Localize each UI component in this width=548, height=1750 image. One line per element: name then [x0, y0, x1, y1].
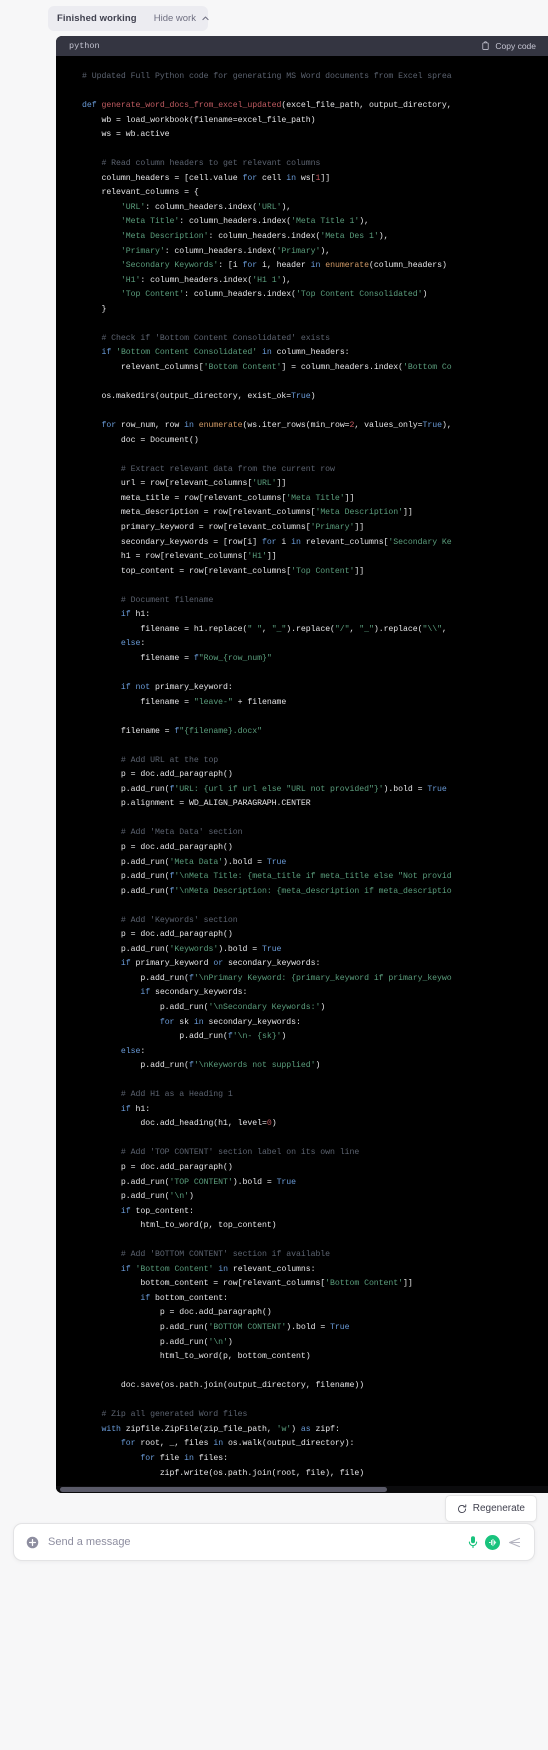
hide-work-button[interactable]: Hide work	[154, 13, 210, 24]
plus-circle-icon[interactable]	[26, 1536, 39, 1549]
code-block-body[interactable]: # Updated Full Python code for generatin…	[56, 56, 548, 1493]
clipboard-icon	[481, 41, 490, 51]
hide-work-label: Hide work	[153, 13, 196, 24]
microphone-icon[interactable]	[467, 1535, 479, 1549]
code-content: # Updated Full Python code for generatin…	[82, 72, 452, 1478]
copy-code-button[interactable]: Copy code	[481, 41, 536, 51]
chevron-up-icon	[201, 14, 210, 23]
regenerate-button[interactable]: Regenerate	[444, 1495, 537, 1522]
code-horizontal-scrollbar[interactable]	[56, 1486, 548, 1493]
chat-page: Finished working Hide work python Copy c…	[0, 0, 548, 1750]
composer-actions	[467, 1534, 521, 1550]
code-block: python Copy code # Updated Full Python c…	[56, 36, 548, 1493]
refresh-icon	[457, 1503, 467, 1514]
code-language-label: python	[69, 41, 100, 51]
voice-wave-icon[interactable]	[485, 1534, 500, 1550]
copy-code-label: Copy code	[495, 41, 536, 51]
code-block-header: python Copy code	[56, 36, 548, 56]
send-arrow-icon[interactable]	[506, 1536, 521, 1549]
work-status-bar: Finished working Hide work	[48, 6, 210, 31]
message-composer	[13, 1523, 535, 1561]
regenerate-label: Regenerate	[472, 1503, 525, 1514]
finished-working-label: Finished working	[57, 13, 137, 24]
code-scrollbar-thumb[interactable]	[60, 1487, 387, 1492]
message-input[interactable]	[48, 1536, 461, 1548]
